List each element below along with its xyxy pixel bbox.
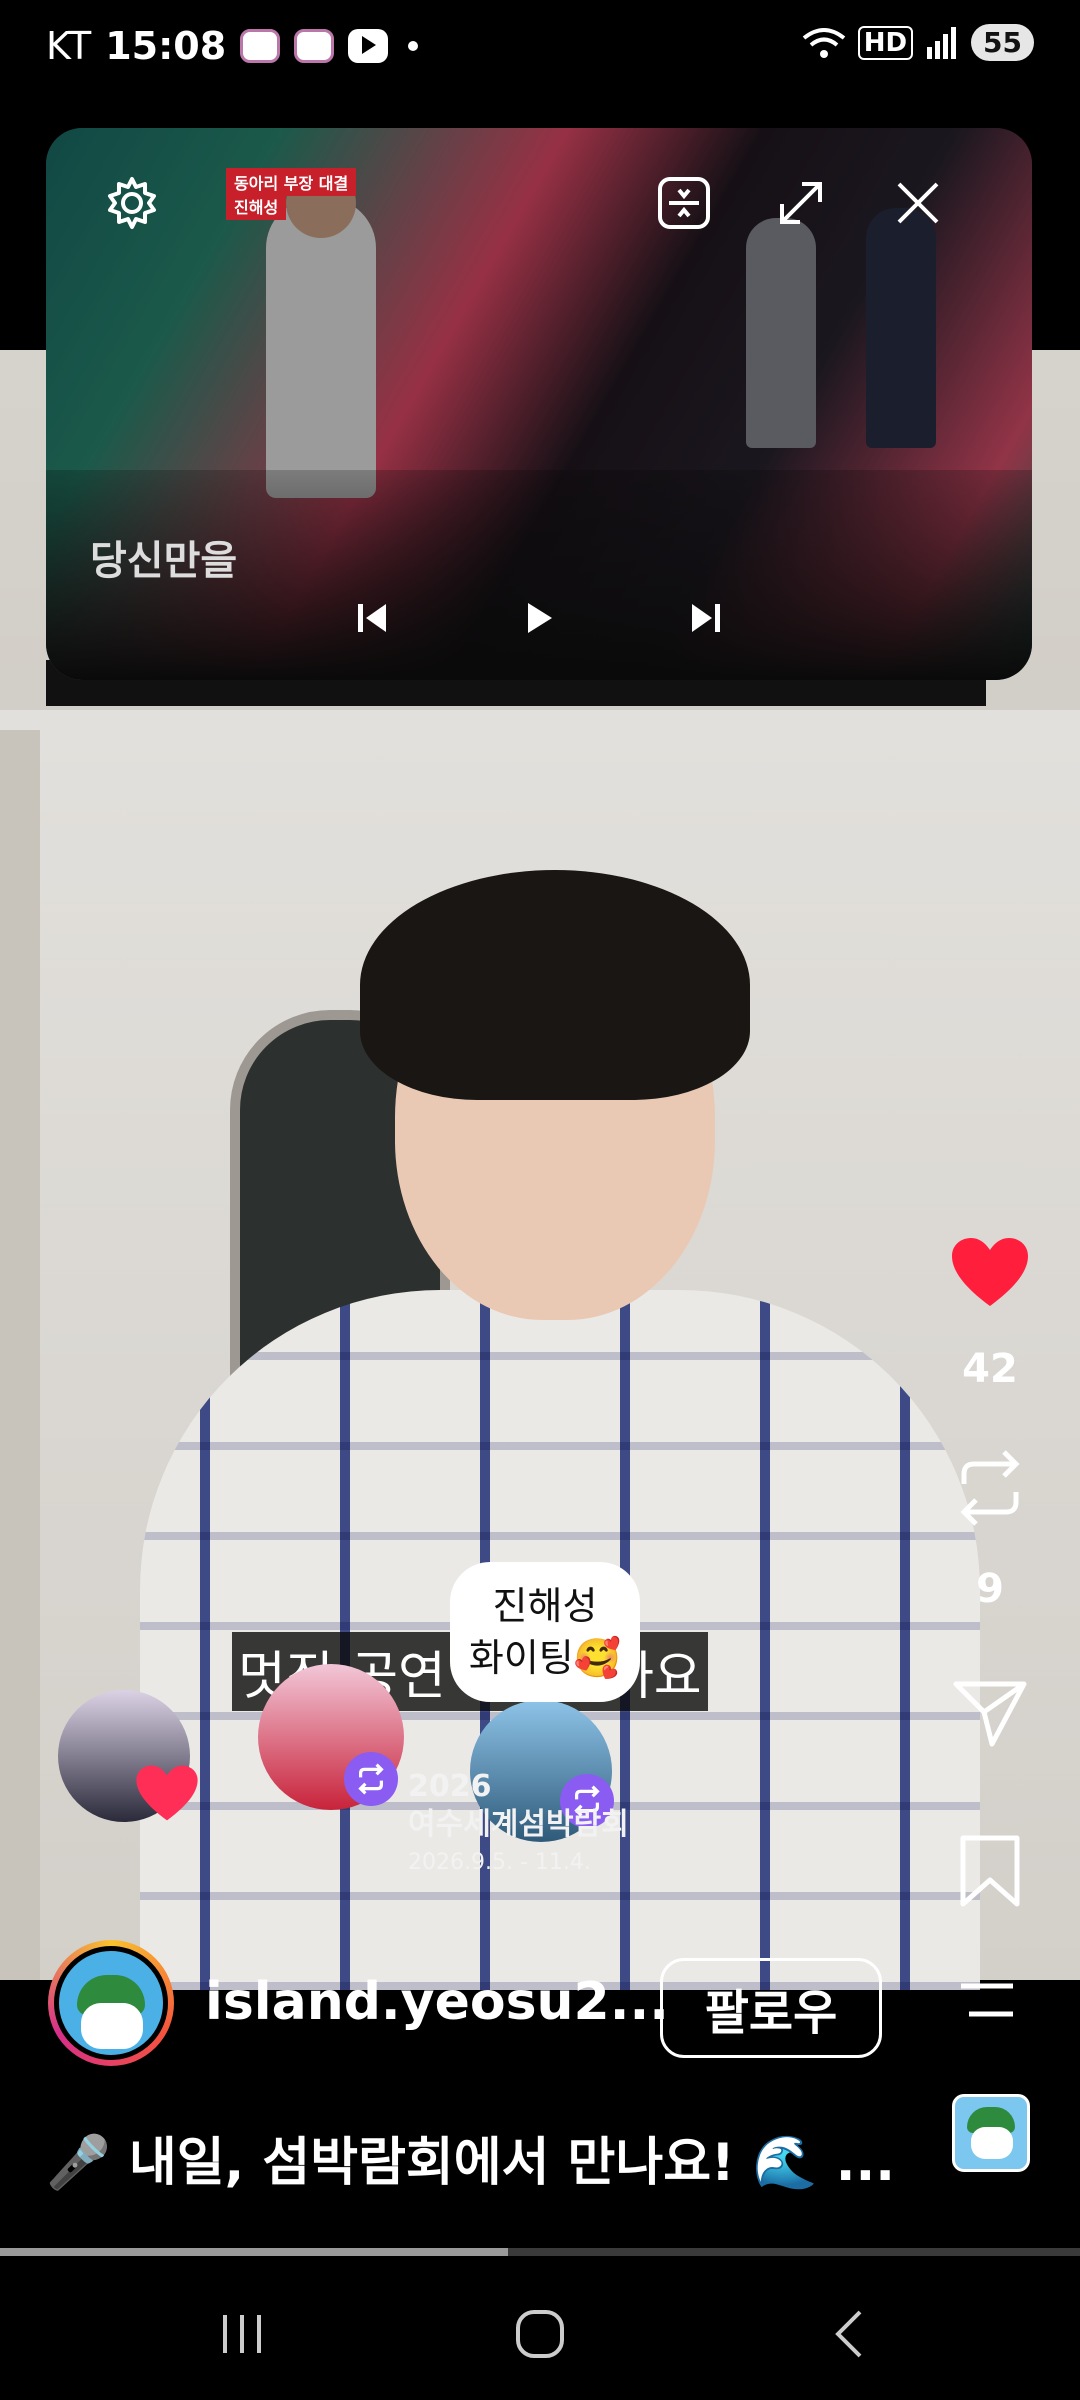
save-button[interactable]: [950, 1834, 1030, 1908]
repost-icon: [358, 1763, 384, 1795]
person-hair: [360, 870, 750, 1100]
home-icon: [516, 2310, 564, 2358]
heart-icon: [952, 1238, 1028, 1306]
app-notification-icon: [294, 29, 335, 63]
event-logo-text: 2026 여수세계섬박람회 2026.9.5. - 11.4.: [408, 1768, 629, 1882]
status-bar-right: HD 55: [802, 24, 1034, 61]
menu-icon[interactable]: [955, 1980, 1019, 2020]
like-button[interactable]: [950, 1236, 1030, 1308]
settings-icon[interactable]: [102, 173, 162, 233]
home-button[interactable]: [500, 2304, 580, 2364]
picture-in-picture-window[interactable]: 동아리 부장 대결 진해성 당신만을: [46, 128, 1032, 680]
pip-performer-banner: 진해성: [226, 192, 287, 220]
mascot-face: [971, 2127, 1013, 2159]
hd-badge: HD: [857, 25, 914, 60]
comment-bubble: 진해성 화이팅🥰: [450, 1562, 640, 1702]
event-title: 여수세계섬박람회: [408, 1807, 629, 1842]
wifi-icon: [802, 27, 845, 58]
account-username[interactable]: island.yeosu2...: [205, 1972, 669, 2032]
pip-caption: 당신만을: [90, 538, 238, 584]
previous-track-icon[interactable]: [342, 588, 402, 648]
video-progress-bar[interactable]: [0, 2248, 1080, 2256]
repost-badge: [344, 1752, 398, 1806]
notification-dot-icon: [408, 41, 419, 51]
heart-icon: [136, 1765, 198, 1821]
signal-icon: [927, 26, 957, 59]
status-bar-left: KT 15:08: [46, 24, 419, 68]
avatar: [54, 1946, 168, 2060]
youtube-icon: [348, 29, 389, 63]
pip-resize-icon[interactable]: [654, 173, 714, 233]
like-count: 42: [962, 1346, 1018, 1392]
play-icon[interactable]: [508, 588, 568, 648]
video-progress-fill: [0, 2248, 508, 2256]
recent-apps-icon: [223, 2315, 261, 2353]
status-bar: KT 15:08 HD 55: [0, 0, 1080, 100]
profile-avatar[interactable]: [48, 1940, 174, 2066]
share-button[interactable]: [950, 1676, 1030, 1748]
clock: 15:08: [105, 24, 227, 68]
recent-apps-button[interactable]: [202, 2304, 282, 2364]
next-track-icon[interactable]: [676, 588, 736, 648]
post-caption-text: 🎤 내일, 섬박람회에서 만나요! 🌊 ...: [46, 2133, 895, 2193]
close-icon[interactable]: [888, 173, 948, 233]
back-button[interactable]: [808, 2304, 888, 2364]
system-navigation-bar: [0, 2264, 1080, 2400]
carrier-label: KT: [46, 24, 92, 68]
event-dates: 2026.9.5. - 11.4.: [408, 1850, 591, 1875]
battery-indicator: 55: [971, 24, 1034, 61]
event-year: 2026: [408, 1769, 492, 1804]
audio-thumbnail[interactable]: [952, 2094, 1030, 2172]
expand-icon[interactable]: [771, 173, 831, 233]
repost-button[interactable]: [950, 1448, 1030, 1528]
send-icon: [953, 1681, 1027, 1747]
back-icon: [835, 2310, 862, 2358]
repost-count: 9: [976, 1566, 1004, 1612]
follow-button[interactable]: 팔로우: [660, 1958, 882, 2058]
post-caption[interactable]: 🎤 내일, 섬박람회에서 만나요! 🌊 ...: [46, 2120, 895, 2195]
comment-bubble-text: 진해성 화이팅🥰: [468, 1584, 622, 1680]
bookmark-icon: [960, 1835, 1020, 1907]
repost-icon: [960, 1450, 1020, 1526]
app-notification-icon: [240, 29, 281, 63]
mascot-face: [81, 2003, 143, 2049]
